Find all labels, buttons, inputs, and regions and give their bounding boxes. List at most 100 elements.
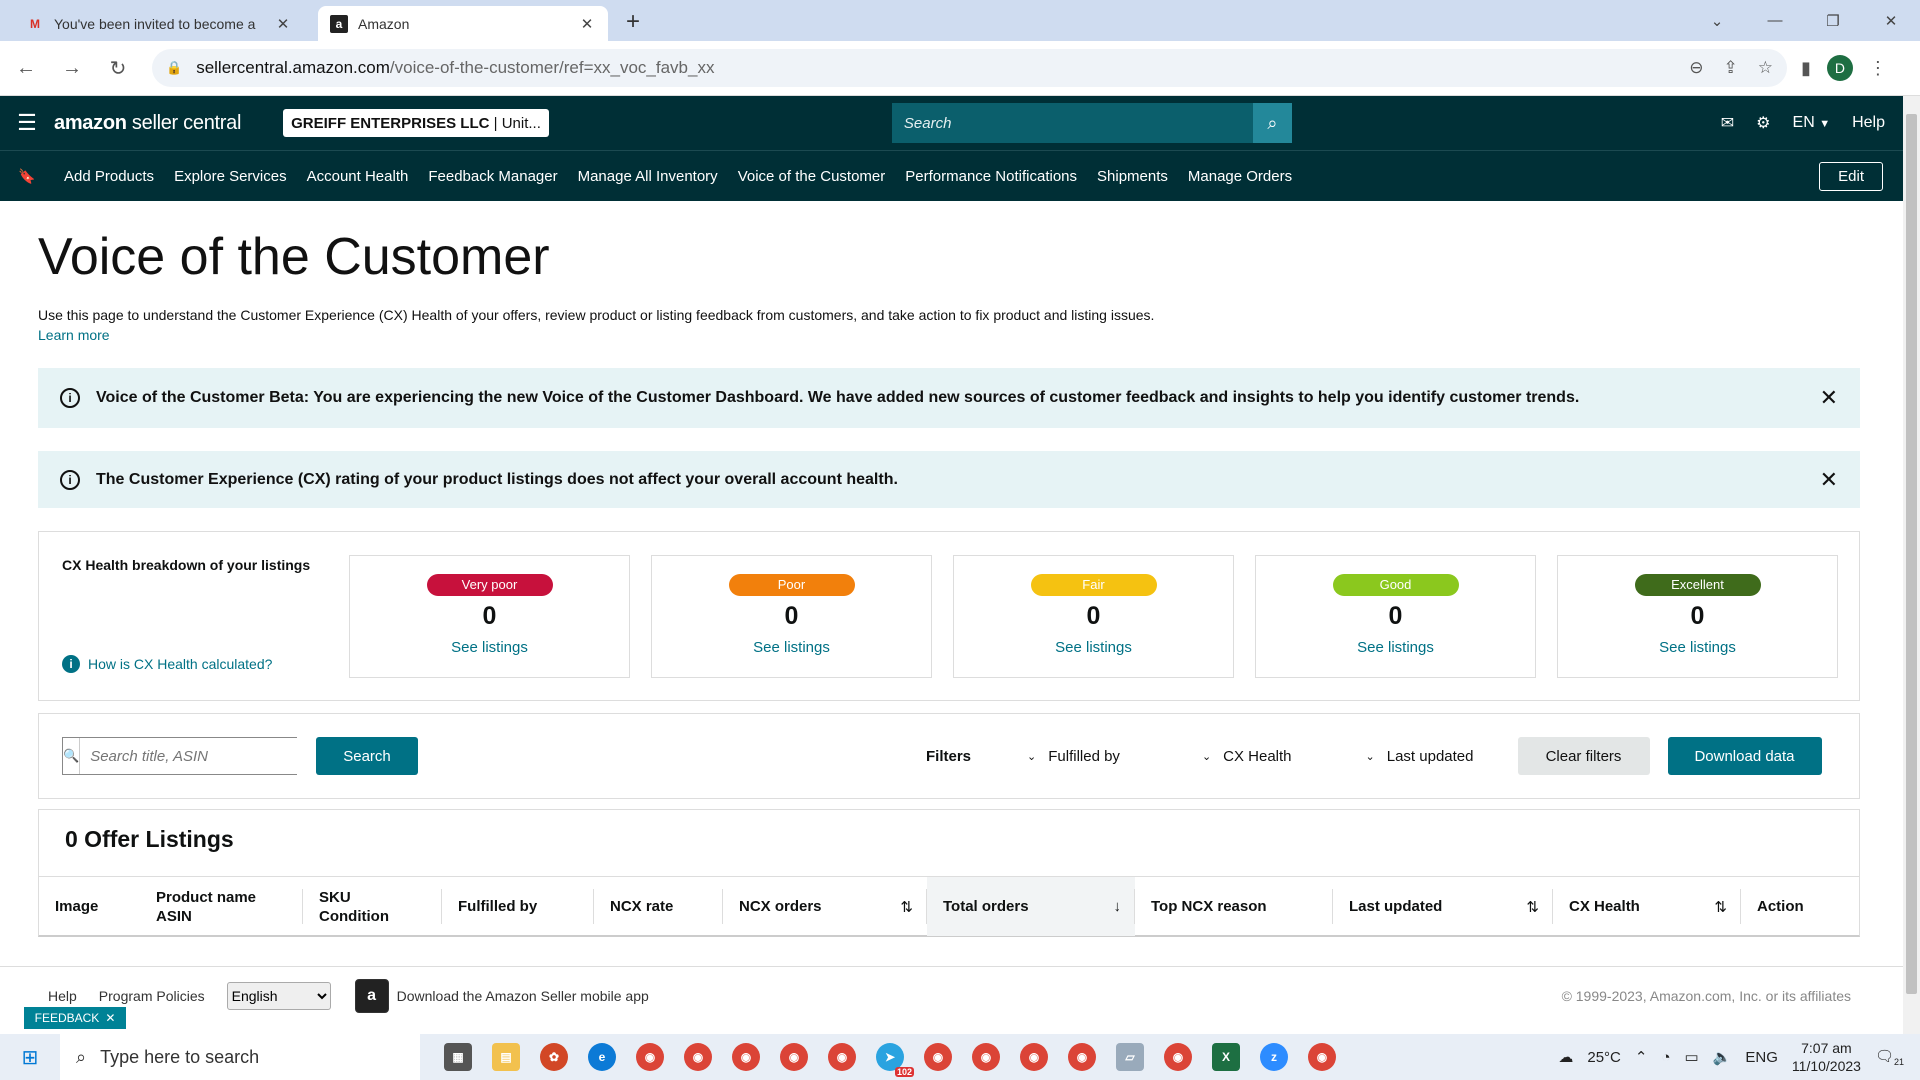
amazon-app-icon[interactable]: a <box>354 978 389 1013</box>
see-listings-link[interactable]: See listings <box>652 639 931 656</box>
arrow-down-icon[interactable]: ↓ <box>1114 898 1122 915</box>
see-listings-link[interactable]: See listings <box>1558 639 1837 656</box>
forward-icon[interactable]: → <box>52 48 92 88</box>
scrollbar-thumb[interactable] <box>1906 114 1917 994</box>
lock-icon[interactable]: 🔒 <box>166 60 182 76</box>
menu-dots-icon[interactable]: ⋮ <box>1869 58 1887 79</box>
learn-more-link[interactable]: Learn more <box>38 327 110 343</box>
nav-account-health[interactable]: Account Health <box>297 168 419 185</box>
sort-icon[interactable]: ⇅ <box>1526 898 1539 916</box>
nav-manage-all-inventory[interactable]: Manage All Inventory <box>568 168 728 185</box>
sort-icon[interactable]: ⇅ <box>900 898 913 916</box>
network-icon[interactable]: ◔ <box>1661 1049 1670 1066</box>
notifications-icon[interactable]: 🗨21 <box>1875 1047 1904 1067</box>
side-panel-icon[interactable]: ▮ <box>1801 58 1811 79</box>
nav-performance-notifications[interactable]: Performance Notifications <box>895 168 1087 185</box>
account-switcher[interactable]: GREIFF ENTERPRISES LLC | Unit... <box>283 109 549 137</box>
footer-language-select[interactable]: English <box>226 981 331 1010</box>
windows-start-icon[interactable]: ⊞ <box>0 1045 60 1070</box>
col-product-name[interactable]: Product name ASIN <box>140 877 303 936</box>
col-cx-health[interactable]: CX Health ⇅ <box>1553 877 1741 936</box>
see-listings-link[interactable]: See listings <box>1256 639 1535 656</box>
edge-icon[interactable]: e <box>588 1043 616 1071</box>
chrome-icon[interactable]: ◉ <box>1164 1043 1192 1071</box>
download-app-link[interactable]: Download the Amazon Seller mobile app <box>397 988 649 1004</box>
back-icon[interactable]: ← <box>6 48 46 88</box>
close-icon[interactable]: ✕ <box>274 15 292 33</box>
bookmark-icon[interactable]: 🔖 <box>0 168 54 185</box>
browser-tab-amazon[interactable]: a Amazon ✕ <box>318 6 608 41</box>
fulfilled-by-filter[interactable]: ⌄ Fulfilled by <box>1027 748 1120 765</box>
chevron-up-icon[interactable]: ⌃ <box>1635 1048 1648 1066</box>
cx-how-link[interactable]: i How is CX Health calculated? <box>62 655 272 673</box>
chrome-icon[interactable]: ◉ <box>828 1043 856 1071</box>
nav-voice-of-customer[interactable]: Voice of the Customer <box>728 168 896 185</box>
excel-icon[interactable]: X <box>1212 1043 1240 1071</box>
listing-search-input[interactable] <box>80 738 302 774</box>
file-explorer-icon[interactable]: ▤ <box>492 1043 520 1071</box>
nav-add-products[interactable]: Add Products <box>54 168 164 185</box>
close-window-icon[interactable]: ✕ <box>1862 0 1920 41</box>
last-updated-filter[interactable]: ⌄ Last updated <box>1366 748 1474 765</box>
seller-central-logo[interactable]: amazon seller central <box>54 112 241 135</box>
footer-program-policies-link[interactable]: Program Policies <box>99 988 205 1004</box>
col-ncx-rate[interactable]: NCX rate <box>594 877 723 936</box>
new-tab-button[interactable]: + <box>616 5 650 39</box>
taskbar-search[interactable]: ⌕ Type here to search <box>60 1034 420 1080</box>
col-ncx-orders[interactable]: NCX orders ⇅ <box>723 877 927 936</box>
zoom-icon[interactable]: z <box>1260 1043 1288 1071</box>
hamburger-menu-icon[interactable]: ☰ <box>0 110 54 136</box>
close-icon[interactable]: ✕ <box>578 15 596 33</box>
browser-tab-gmail[interactable]: M You've been invited to become a ✕ <box>14 6 304 41</box>
nav-feedback-manager[interactable]: Feedback Manager <box>418 168 567 185</box>
chrome-icon[interactable]: ◉ <box>1308 1043 1336 1071</box>
chrome-icon[interactable]: ◉ <box>972 1043 1000 1071</box>
chrome-icon[interactable]: ◉ <box>684 1043 712 1071</box>
close-icon[interactable]: ✕ <box>105 1011 115 1025</box>
col-sku[interactable]: SKU Condition <box>303 877 442 936</box>
weather-temp[interactable]: 25°C <box>1587 1049 1621 1066</box>
nav-manage-orders[interactable]: Manage Orders <box>1178 168 1302 185</box>
task-view-icon[interactable]: ▦ <box>444 1043 472 1071</box>
tab-search-icon[interactable]: ⌄ <box>1688 0 1746 41</box>
telegram-icon[interactable]: ➤ 102 <box>876 1043 914 1077</box>
minimize-icon[interactable]: — <box>1746 0 1804 41</box>
search-icon-button[interactable]: ⌕ <box>1253 103 1292 143</box>
chrome-icon[interactable]: ◉ <box>924 1043 952 1071</box>
help-link[interactable]: Help <box>1852 114 1885 132</box>
chrome-icon[interactable]: ◉ <box>780 1043 808 1071</box>
gear-icon[interactable]: ⚙ <box>1756 113 1770 133</box>
reload-icon[interactable]: ↻ <box>98 48 138 88</box>
app-icon[interactable]: ▱ <box>1116 1043 1144 1071</box>
page-scrollbar[interactable] <box>1903 96 1920 1034</box>
clear-filters-button[interactable]: Clear filters <box>1517 737 1650 775</box>
battery-icon[interactable]: ▭ <box>1685 1048 1699 1066</box>
chrome-icon[interactable]: ◉ <box>1020 1043 1048 1071</box>
app-icon[interactable]: ✿ <box>540 1043 568 1071</box>
nav-explore-services[interactable]: Explore Services <box>164 168 297 185</box>
col-last-updated[interactable]: Last updated ⇅ <box>1333 877 1553 936</box>
download-data-button[interactable]: Download data <box>1667 737 1822 775</box>
input-language[interactable]: ENG <box>1745 1049 1778 1066</box>
see-listings-link[interactable]: See listings <box>350 639 629 656</box>
share-icon[interactable]: ⇪ <box>1724 58 1738 78</box>
header-search-input[interactable] <box>891 103 1254 143</box>
zoom-icon[interactable]: ⊖ <box>1689 58 1703 78</box>
footer-help-link[interactable]: Help <box>48 988 77 1004</box>
chrome-icon[interactable]: ◉ <box>1068 1043 1096 1071</box>
chrome-icon[interactable]: ◉ <box>732 1043 760 1071</box>
bookmark-star-icon[interactable]: ☆ <box>1758 58 1773 78</box>
weather-icon[interactable]: ☁ <box>1558 1048 1573 1066</box>
close-icon[interactable]: ✕ <box>1820 385 1838 411</box>
sort-icon[interactable]: ⇅ <box>1714 898 1727 916</box>
mail-icon[interactable]: ✉ <box>1721 113 1734 133</box>
close-icon[interactable]: ✕ <box>1820 467 1838 493</box>
language-selector[interactable]: EN ▼ <box>1793 114 1831 132</box>
search-button[interactable]: Search <box>316 737 418 775</box>
cx-health-filter[interactable]: ⌄ CX Health <box>1202 748 1292 765</box>
see-listings-link[interactable]: See listings <box>954 639 1233 656</box>
col-top-ncx-reason[interactable]: Top NCX reason <box>1135 877 1333 936</box>
restore-icon[interactable]: ❐ <box>1804 0 1862 41</box>
profile-avatar[interactable]: D <box>1826 55 1853 81</box>
feedback-tab[interactable]: FEEDBACK ✕ <box>24 1007 126 1029</box>
